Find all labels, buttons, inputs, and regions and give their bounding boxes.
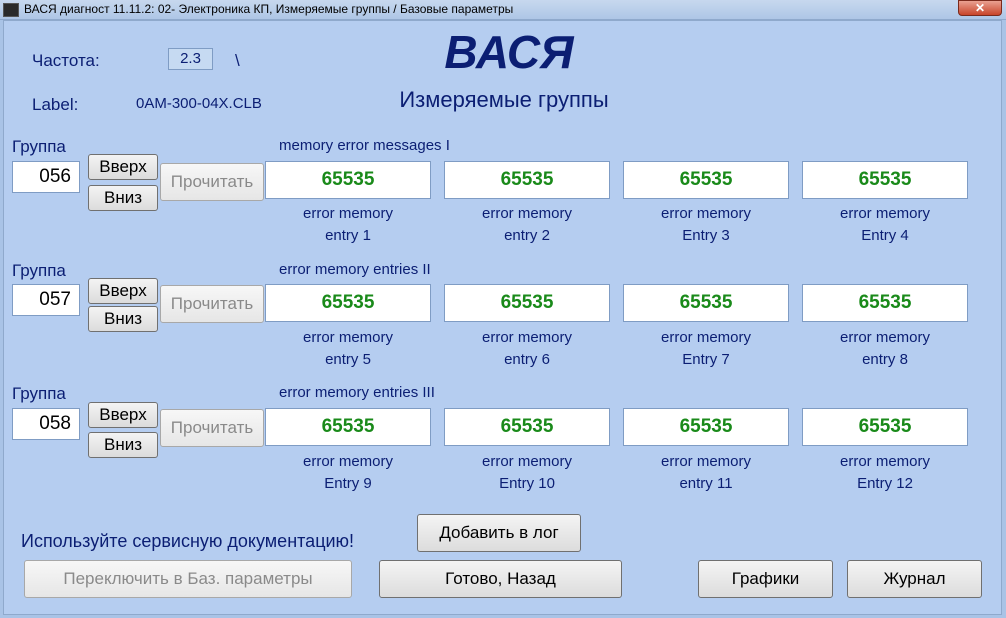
window-title: ВАСЯ диагност 11.11.2: 02- Электроника К…: [24, 2, 514, 16]
service-doc-note: Используйте сервисную документацию!: [21, 531, 355, 551]
value-label: error memory entry 8: [839, 329, 930, 368]
group-down-button[interactable]: Вниз: [88, 306, 158, 332]
value-label: error memory entry 5: [302, 329, 393, 368]
group-title: error memory entries III: [279, 384, 435, 401]
value-label: error memory entry 2: [481, 205, 572, 244]
read-button[interactable]: Прочитать: [160, 285, 264, 323]
value-label: error memory entry 6: [481, 329, 572, 368]
value-cell: 65535: [265, 284, 431, 322]
value-label: error memory Entry 9: [302, 453, 393, 492]
group-title: memory error messages I: [279, 137, 450, 154]
value-cell: 65535: [265, 408, 431, 446]
group-up-button[interactable]: Вверх: [88, 402, 158, 428]
value-cell: 65535: [444, 284, 610, 322]
value-label: error memory entry 11: [660, 453, 751, 492]
value-cell: 65535: [265, 161, 431, 199]
group-down-button[interactable]: Вниз: [88, 432, 158, 458]
close-button[interactable]: ✕: [958, 0, 1002, 16]
group-down-button[interactable]: Вниз: [88, 185, 158, 211]
value-label: error memory Entry 4: [839, 205, 930, 244]
value-label: error memory Entry 3: [660, 205, 751, 244]
journal-button[interactable]: Журнал: [847, 560, 982, 598]
value-cell: 65535: [444, 161, 610, 199]
group-up-button[interactable]: Вверх: [88, 154, 158, 180]
read-button[interactable]: Прочитать: [160, 163, 264, 201]
title-bar: ВАСЯ диагност 11.11.2: 02- Электроника К…: [0, 0, 1006, 20]
freq-label: Частота:: [32, 51, 100, 70]
group-up-button[interactable]: Вверх: [88, 278, 158, 304]
value-label: error memory Entry 12: [839, 453, 930, 492]
value-cell: 65535: [623, 408, 789, 446]
app-icon: [3, 3, 19, 17]
group-number-input[interactable]: 058: [12, 408, 80, 440]
read-button[interactable]: Прочитать: [160, 409, 264, 447]
add-to-log-button[interactable]: Добавить в лог: [417, 514, 581, 552]
value-cell: 65535: [623, 284, 789, 322]
group-number-input[interactable]: 057: [12, 284, 80, 316]
switch-basic-params-button[interactable]: Переключить в Баз. параметры: [24, 560, 352, 598]
value-cell: 65535: [623, 161, 789, 199]
done-back-button[interactable]: Готово, Назад: [379, 560, 622, 598]
freq-extra: \: [235, 51, 240, 70]
graphs-button[interactable]: Графики: [698, 560, 833, 598]
value-label: error memory Entry 7: [660, 329, 751, 368]
value-cell: 65535: [802, 408, 968, 446]
label-value: 0AM-300-04X.CLB: [136, 95, 262, 112]
group-label: Группа: [12, 384, 66, 403]
group-number-input[interactable]: 056: [12, 161, 80, 193]
app-title: ВАСЯ: [444, 26, 574, 78]
value-cell: 65535: [444, 408, 610, 446]
freq-value: 2.3: [168, 48, 213, 70]
value-cell: 65535: [802, 161, 968, 199]
main-panel: Частота: 2.3 \ Label: 0AM-300-04X.CLB ВА…: [3, 20, 1002, 615]
value-cell: 65535: [802, 284, 968, 322]
value-label: error memory Entry 10: [481, 453, 572, 492]
group-title: error memory entries II: [279, 261, 431, 278]
value-label: error memory entry 1: [302, 205, 393, 244]
group-label: Группа: [12, 137, 66, 156]
page-subtitle: Измеряемые группы: [399, 87, 609, 112]
label-label: Label:: [32, 95, 79, 114]
group-label: Группа: [12, 261, 66, 280]
